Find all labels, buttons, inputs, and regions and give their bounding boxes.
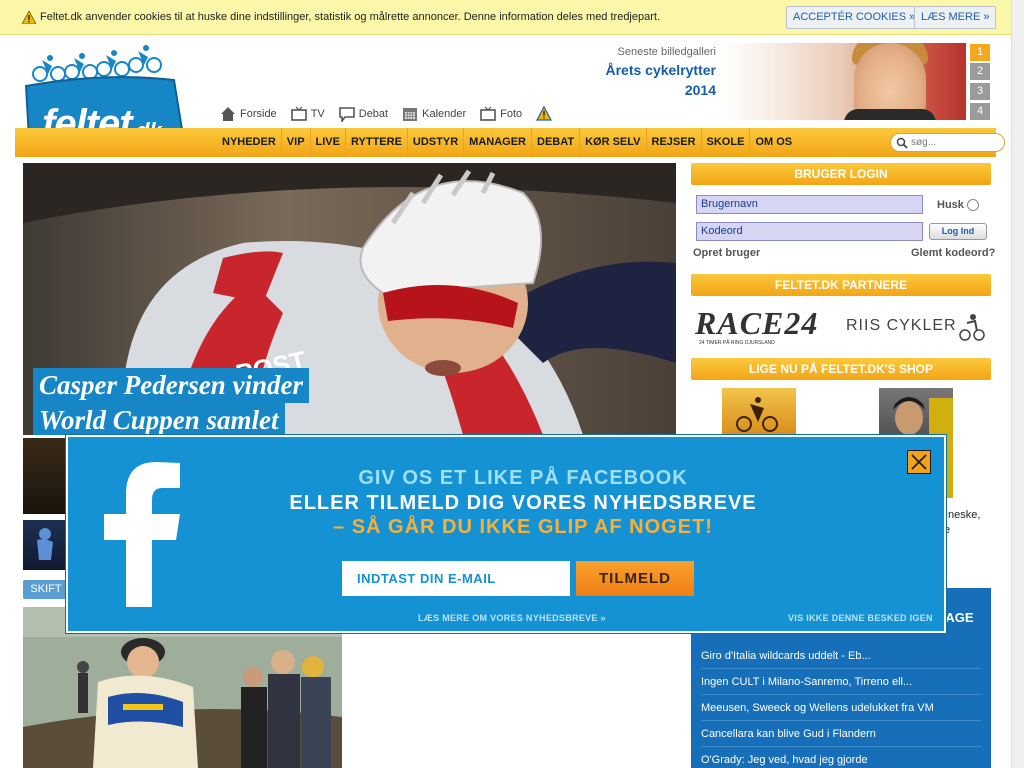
camera-icon (480, 106, 496, 121)
search-input[interactable]: søg... (890, 133, 1005, 152)
hide-message-link[interactable]: VIS IKKE DENNE BESKED IGEN (788, 613, 933, 623)
bike-icon (959, 314, 985, 341)
nav-debat[interactable]: Debat (338, 104, 389, 124)
hero-headline-line1: Casper Pedersen vinder (33, 368, 309, 403)
nav-label: Forside (240, 108, 277, 120)
gallery-page-2[interactable]: 2 (970, 63, 990, 80)
create-user-link[interactable]: Opret bruger (693, 247, 760, 259)
search-icon (896, 137, 908, 149)
calendar-icon (403, 108, 418, 121)
nav-skole[interactable]: SKOLE (702, 128, 751, 157)
news-item[interactable]: Ingen CULT i Milano-Sanremo, Tirreno ell… (701, 669, 981, 695)
cookie-bar: Feltet.dk anvender cookies til at huske … (0, 0, 1011, 35)
thumbnail[interactable] (23, 520, 67, 570)
gallery-title[interactable]: Årets cykelrytter 2014 (560, 60, 716, 100)
nav-om-os[interactable]: OM OS (750, 128, 797, 157)
warning-icon (22, 11, 36, 24)
nav-vip[interactable]: VIP (282, 128, 311, 157)
gallery-page-4[interactable]: 4 (970, 103, 990, 120)
modal-line3: – SÅ GÅR DU IKKE GLIP AF NOGET! (333, 516, 713, 538)
subscribe-button[interactable]: TILMELD (576, 561, 694, 596)
warning-icon[interactable] (536, 106, 553, 122)
nav-foto[interactable]: Foto (480, 104, 522, 124)
nav-forside[interactable]: Forside (220, 104, 277, 124)
home-icon (221, 107, 235, 121)
newsletter-read-more-link[interactable]: LÆS MERE OM VORES NYHEDSBREVE » (418, 613, 606, 623)
nav-label: Debat (358, 108, 389, 120)
forgot-password-link[interactable]: Glemt kodeord? (911, 247, 995, 259)
accept-cookies-button[interactable]: ACCEPTÉR COOKIES » (786, 6, 923, 29)
login-button[interactable]: Log Ind (929, 223, 987, 240)
gallery-page-3[interactable]: 3 (970, 83, 990, 100)
nav-debat[interactable]: DEBAT (532, 128, 581, 157)
vertical-scrollbar[interactable] (1011, 0, 1024, 768)
shop-item[interactable] (722, 388, 796, 436)
nav-kalender[interactable]: Kalender (402, 104, 466, 124)
nav-nyheder[interactable]: NYHEDER (217, 128, 282, 157)
nav-label: Foto (500, 108, 523, 120)
nav-live[interactable]: LIVE (311, 128, 346, 157)
shop-partial-text: neske, (948, 509, 981, 521)
nav-label: Kalender (422, 108, 467, 120)
news-item[interactable]: Meeusen, Sweeck og Wellens udelukket fra… (701, 695, 981, 721)
cookie-read-more-button[interactable]: LÆS MERE » (914, 6, 997, 29)
nav-tv[interactable]: TV (290, 104, 325, 124)
race24-tagline: 24 TIMER PÅ RING DJURSLAND (699, 340, 775, 346)
nav-udstyr[interactable]: UDSTYR (408, 128, 465, 157)
nav-manager[interactable]: MANAGER (464, 128, 532, 157)
riis-cykler-logo[interactable]: RIIS CYKLER (846, 317, 957, 335)
remember-checkbox[interactable] (967, 199, 979, 211)
gallery-image[interactable] (724, 43, 966, 120)
close-icon (911, 454, 927, 470)
gallery-page-1[interactable]: 1 (970, 44, 990, 61)
close-button[interactable] (907, 450, 931, 474)
shop-title: LIGE NU PÅ FELTET.DK'S SHOP (691, 358, 991, 380)
gallery-year: 2014 (684, 82, 716, 98)
tv-icon (290, 106, 307, 121)
email-field[interactable]: INDTAST DIN E-MAIL (342, 561, 570, 596)
login-title: BRUGER LOGIN (691, 163, 991, 185)
search-placeholder: søg... (911, 137, 937, 148)
main-nav: NYHEDER VIP LIVE RYTTERE UDSTYR MANAGER … (15, 128, 1005, 157)
hero-headline-line2: World Cuppen samlet (33, 403, 285, 435)
nav-koer-selv[interactable]: KØR SELV (580, 128, 647, 157)
top-nav: Forside TV Debat Kalender Foto (220, 104, 553, 124)
modal-line1: GIV OS ET LIKE PÅ FACEBOOK (358, 467, 688, 489)
username-field[interactable]: Brugernavn (696, 195, 923, 214)
news-item[interactable]: Cancellara kan blive Gud i Flandern (701, 721, 981, 747)
chat-icon (338, 107, 355, 122)
hero-story[interactable]: POST Casper Pedersen vinder World Cuppen… (23, 163, 676, 435)
modal-line2: ELLER TILMELD DIG VORES NYHEDSBREVE (289, 492, 757, 514)
cookie-text: Feltet.dk anvender cookies til at huske … (40, 11, 661, 23)
race24-logo[interactable]: RACE24 (695, 305, 818, 342)
hero-headline[interactable]: Casper Pedersen vinder World Cuppen saml… (33, 368, 309, 435)
nav-ryttere[interactable]: RYTTERE (346, 128, 408, 157)
facebook-icon[interactable] (104, 462, 184, 607)
skift-button[interactable]: SKIFT (23, 580, 69, 599)
nav-label: TV (310, 108, 325, 120)
partners-title: FELTET.DK PARTNERE (691, 274, 991, 296)
gallery-label: Seneste billedgalleri (617, 46, 716, 58)
nav-rejser[interactable]: REJSER (647, 128, 702, 157)
newsletter-modal: GIV OS ET LIKE PÅ FACEBOOK ELLER TILMELD… (66, 435, 946, 633)
news-item[interactable]: O'Grady: Jeg ved, hvad jeg gjorde (701, 747, 981, 768)
partners-logos: RACE24 24 TIMER PÅ RING DJURSLAND RIIS C… (691, 303, 991, 351)
remember-label: Husk (937, 199, 964, 211)
news-item[interactable]: Giro d'Italia wildcards uddelt - Eb... (701, 643, 981, 669)
gallery-title-text: Årets cykelrytter (605, 62, 716, 78)
password-field[interactable]: Kodeord (696, 222, 923, 241)
thumbnail[interactable] (23, 438, 67, 514)
